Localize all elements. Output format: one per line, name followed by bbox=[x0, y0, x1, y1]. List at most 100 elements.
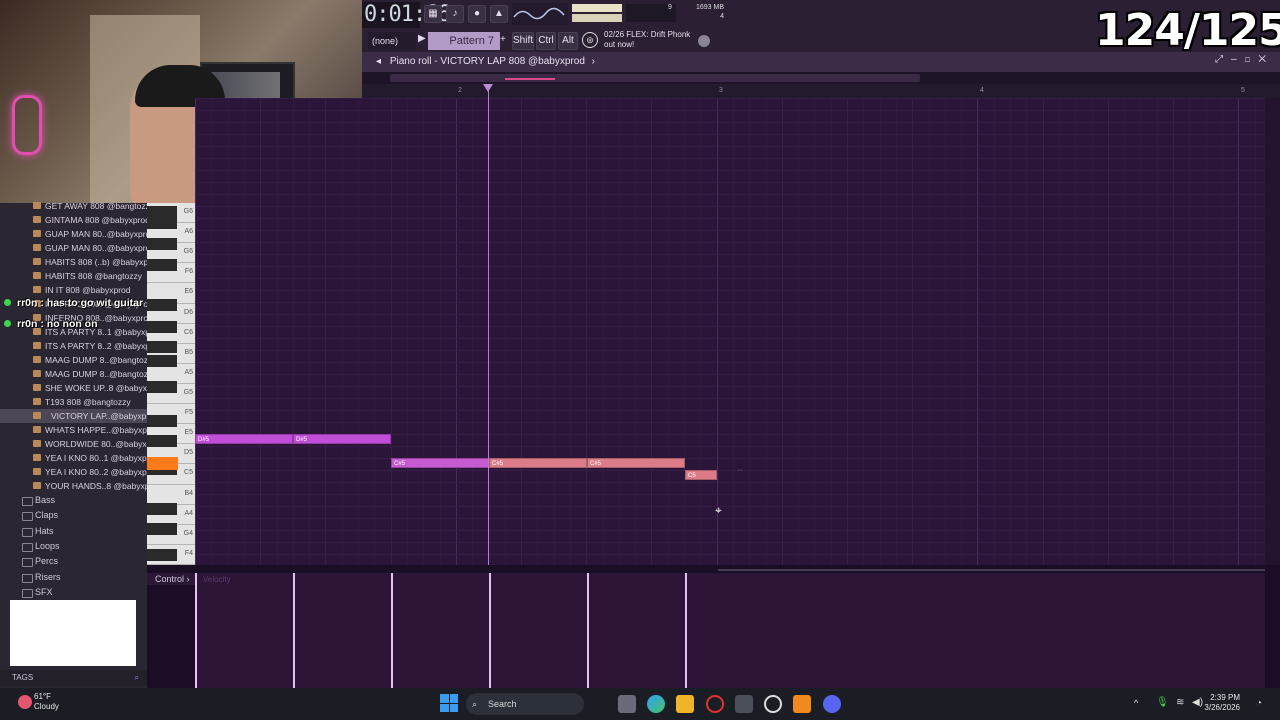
add-pattern-icon[interactable]: + bbox=[500, 34, 506, 45]
obs-icon[interactable] bbox=[764, 695, 782, 713]
pattern-none-dropdown[interactable]: (none) bbox=[368, 32, 416, 50]
news-panel[interactable]: 02/26 FLEX: Drift Phonk out now! bbox=[604, 30, 704, 52]
news-icon[interactable]: ⊛ bbox=[582, 32, 598, 48]
discord-icon[interactable] bbox=[823, 695, 841, 713]
black-key[interactable] bbox=[147, 341, 177, 353]
black-key[interactable] bbox=[147, 435, 177, 447]
step-sequencer-icon[interactable]: ▦ bbox=[424, 5, 442, 23]
note-grid[interactable]: D#5 D#5 C#5 C#5 C#5 C5 bbox=[195, 98, 1272, 567]
horizontal-scroll-thumb[interactable] bbox=[390, 74, 920, 82]
browser-item[interactable]: WHATS HAPPE..@babyxprod bbox=[0, 423, 147, 437]
playhead-marker[interactable] bbox=[483, 84, 493, 92]
browser-item[interactable]: GINTAMA 808 @babyxprod bbox=[0, 213, 147, 227]
browser-item[interactable]: YOUR HANDS..8 @babyxprod bbox=[0, 479, 147, 493]
browser-item[interactable]: VICTORY LAP..@babyxprod bbox=[0, 409, 147, 423]
browser-item[interactable]: SHE WOKE UP..8 @babyxprod bbox=[0, 381, 147, 395]
velocity-bar[interactable] bbox=[293, 573, 295, 688]
ctrl-button[interactable]: Ctrl bbox=[536, 32, 556, 50]
note[interactable]: C#5 bbox=[587, 458, 685, 468]
weather-widget[interactable]: 61°F Cloudy bbox=[34, 692, 59, 712]
windows-start-icon[interactable] bbox=[440, 694, 458, 712]
black-key[interactable] bbox=[147, 238, 177, 250]
volume-icon[interactable]: ◀) bbox=[1192, 697, 1203, 708]
velocity-bar[interactable] bbox=[195, 573, 197, 688]
time-ruler[interactable]: 2 3 4 5 bbox=[362, 84, 1280, 98]
black-key[interactable] bbox=[147, 321, 177, 333]
browser-item[interactable]: GET AWAY 808 @bangtozzy bbox=[0, 199, 147, 213]
black-key[interactable] bbox=[147, 549, 177, 561]
browser-item[interactable]: YEA I KNO 80..2 @babyxprod bbox=[0, 465, 147, 479]
window-controls[interactable]: ⤢–◻✕ bbox=[1215, 54, 1274, 65]
playhead[interactable] bbox=[488, 86, 489, 565]
velocity-bar[interactable] bbox=[587, 573, 589, 688]
wait-input-icon[interactable]: ● bbox=[468, 5, 486, 23]
note[interactable]: C5 bbox=[685, 470, 717, 480]
search-icon[interactable]: ⌕ bbox=[135, 670, 139, 686]
browser-item[interactable]: MAAG DUMP 8..@bangtozzy bbox=[0, 353, 147, 367]
black-key[interactable] bbox=[147, 381, 177, 393]
browser-folder[interactable]: Claps bbox=[0, 508, 147, 523]
vertical-scrollbar[interactable] bbox=[1265, 98, 1280, 565]
browser-item[interactable]: IN IT 808 @babyxprod bbox=[0, 283, 147, 297]
globe-icon[interactable] bbox=[698, 35, 710, 47]
browser-item[interactable]: HABITS 808 @bangtozzy bbox=[0, 269, 147, 283]
browser-folder[interactable]: Hats bbox=[0, 524, 147, 539]
tags-bar[interactable]: TAGS ⌕ bbox=[0, 670, 147, 686]
minimize-icon[interactable]: – bbox=[1231, 54, 1245, 65]
master-pitch-bar[interactable] bbox=[572, 14, 622, 22]
wifi-icon[interactable]: ≋ bbox=[1176, 697, 1184, 708]
alt-button[interactable]: Alt bbox=[558, 32, 578, 50]
typing-keyboard-icon[interactable]: ♪ bbox=[446, 5, 464, 23]
piano-roll-menu-icon[interactable]: ◂ bbox=[376, 56, 381, 67]
black-key[interactable] bbox=[147, 355, 177, 367]
browser-folder[interactable]: Percs bbox=[0, 554, 147, 569]
shift-button[interactable]: Shift bbox=[512, 32, 534, 50]
fl-studio-icon[interactable] bbox=[793, 695, 811, 713]
metronome-icon[interactable]: ▲ bbox=[490, 5, 508, 23]
browser-item[interactable]: T193 808 @bangtozzy bbox=[0, 395, 147, 409]
opera-icon[interactable] bbox=[706, 695, 724, 713]
store-icon[interactable] bbox=[735, 695, 753, 713]
browser-item[interactable]: ITS A PARTY 8..2 @babyxprod bbox=[0, 339, 147, 353]
piano-roll-title-bar[interactable]: ◂ Piano roll - VICTORY LAP 808 @babyxpro… bbox=[362, 52, 1280, 72]
note[interactable]: C#5 bbox=[489, 458, 587, 468]
taskbar-clock[interactable]: 2:39 PM 3/26/2026 bbox=[1204, 693, 1240, 713]
velocity-bar[interactable] bbox=[391, 573, 393, 688]
browser-folder[interactable]: Loops bbox=[0, 539, 147, 554]
tray-chevron-icon[interactable]: ^ bbox=[1134, 698, 1138, 708]
browser-folder[interactable]: Risers bbox=[0, 570, 147, 585]
maximize-icon[interactable]: ◻ bbox=[1245, 54, 1259, 65]
piano-keyboard[interactable]: G6 A6 G6 F6 E6 D6 C6 B5 A5 G5 F5 E5 D5 C5 B4 A4 G4 F4 bbox=[147, 203, 195, 565]
note[interactable]: D#5 bbox=[195, 434, 293, 444]
black-key[interactable] bbox=[147, 299, 177, 311]
play-arrow-icon[interactable]: ▶ bbox=[418, 33, 426, 44]
notification-bell-icon[interactable]: ◔ bbox=[1256, 698, 1262, 709]
control-label[interactable]: Control › bbox=[147, 573, 195, 585]
edge-browser-icon[interactable] bbox=[647, 695, 665, 713]
black-key[interactable] bbox=[147, 259, 177, 271]
browser-item[interactable]: YEA I KNO 80..1 @babyxprod bbox=[0, 451, 147, 465]
browser-item[interactable]: MAAG DUMP 8..@bangtozzy bbox=[0, 367, 147, 381]
browser-folder[interactable]: SFX bbox=[0, 585, 147, 600]
mic-icon[interactable]: 🎙 bbox=[1156, 697, 1169, 708]
browser-item[interactable]: GUAP MAN 80..@babyxprod bbox=[0, 241, 147, 255]
song-position-display[interactable]: 0:01:66 bbox=[362, 2, 451, 28]
browser-folder[interactable]: Bass bbox=[0, 493, 147, 508]
pattern-selector[interactable]: Pattern 7 bbox=[428, 32, 500, 50]
master-volume-bar[interactable] bbox=[572, 4, 622, 12]
velocity-bar[interactable] bbox=[489, 573, 491, 688]
black-key[interactable] bbox=[147, 415, 177, 427]
velocity-lane[interactable]: Velocity bbox=[195, 573, 1265, 688]
resize-handle-icon[interactable]: ⇔ bbox=[736, 465, 744, 474]
taskbar-search[interactable]: ⌕ Search bbox=[466, 693, 584, 715]
browser-item[interactable]: GUAP MAN 80..@babyxprod bbox=[0, 227, 147, 241]
note[interactable]: D#5 bbox=[293, 434, 391, 444]
chevron-right-icon[interactable]: › bbox=[592, 56, 595, 67]
black-key[interactable] bbox=[147, 217, 177, 229]
file-explorer-icon[interactable] bbox=[676, 695, 694, 713]
black-key[interactable] bbox=[147, 503, 177, 515]
note[interactable]: C#5 bbox=[391, 458, 489, 468]
detach-icon[interactable]: ⤢ bbox=[1215, 54, 1231, 65]
task-view-icon[interactable] bbox=[618, 695, 636, 713]
browser-item[interactable]: HABITS 808 (..b) @babyxprod bbox=[0, 255, 147, 269]
